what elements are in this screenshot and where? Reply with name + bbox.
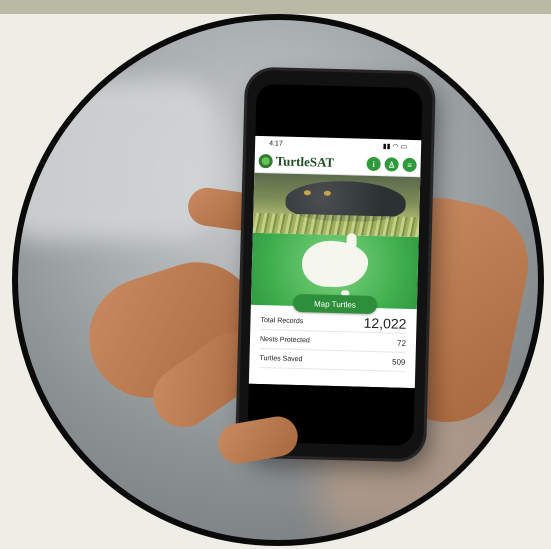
turtle-eye <box>323 190 331 196</box>
stat-value: 12,022 <box>363 314 407 332</box>
stat-label: Turtles Saved <box>259 354 303 363</box>
turtle-logo-icon <box>258 153 273 169</box>
phone-top-bezel <box>255 83 423 141</box>
user-icon[interactable]: ♙ <box>384 157 399 172</box>
info-icon[interactable]: i <box>366 156 381 172</box>
background-blur <box>18 80 218 240</box>
menu-icon[interactable]: ≡ <box>402 157 417 173</box>
stat-label: Total Records <box>260 316 304 325</box>
phone-screen: 4:17 ▮▮ ◠ ▭ TurtleSAT i ♙ ≡ Map Turtles … <box>248 135 422 389</box>
right-thumb <box>215 413 301 467</box>
stats-panel: Total Records 12,022 Nests Protected 72 … <box>249 305 417 372</box>
map-turtles-button[interactable]: Map Turtles <box>292 293 378 315</box>
stat-value: 509 <box>392 357 406 367</box>
australia-map-section: Map Turtles <box>250 232 419 315</box>
smartphone: 4:17 ▮▮ ◠ ▭ TurtleSAT i ♙ ≡ Map Turtles … <box>237 69 434 460</box>
top-band <box>0 0 551 14</box>
stat-label: Nests Protected <box>259 335 310 344</box>
status-time: 4:17 <box>269 139 283 148</box>
stat-row-turtles-saved: Turtles Saved 509 <box>259 349 406 372</box>
hero-turtle-image <box>252 172 421 238</box>
stat-value: 72 <box>396 338 407 348</box>
header-icons: i ♙ ≡ <box>366 156 417 173</box>
turtle-eye <box>303 190 311 196</box>
signal-wifi-battery-icons: ▮▮ ◠ ▭ <box>382 143 408 151</box>
australia-map-icon <box>301 240 369 288</box>
app-brand-title: TurtleSAT <box>275 153 335 170</box>
circular-photo-frame: 4:17 ▮▮ ◠ ▭ TurtleSAT i ♙ ≡ Map Turtles … <box>12 14 544 546</box>
